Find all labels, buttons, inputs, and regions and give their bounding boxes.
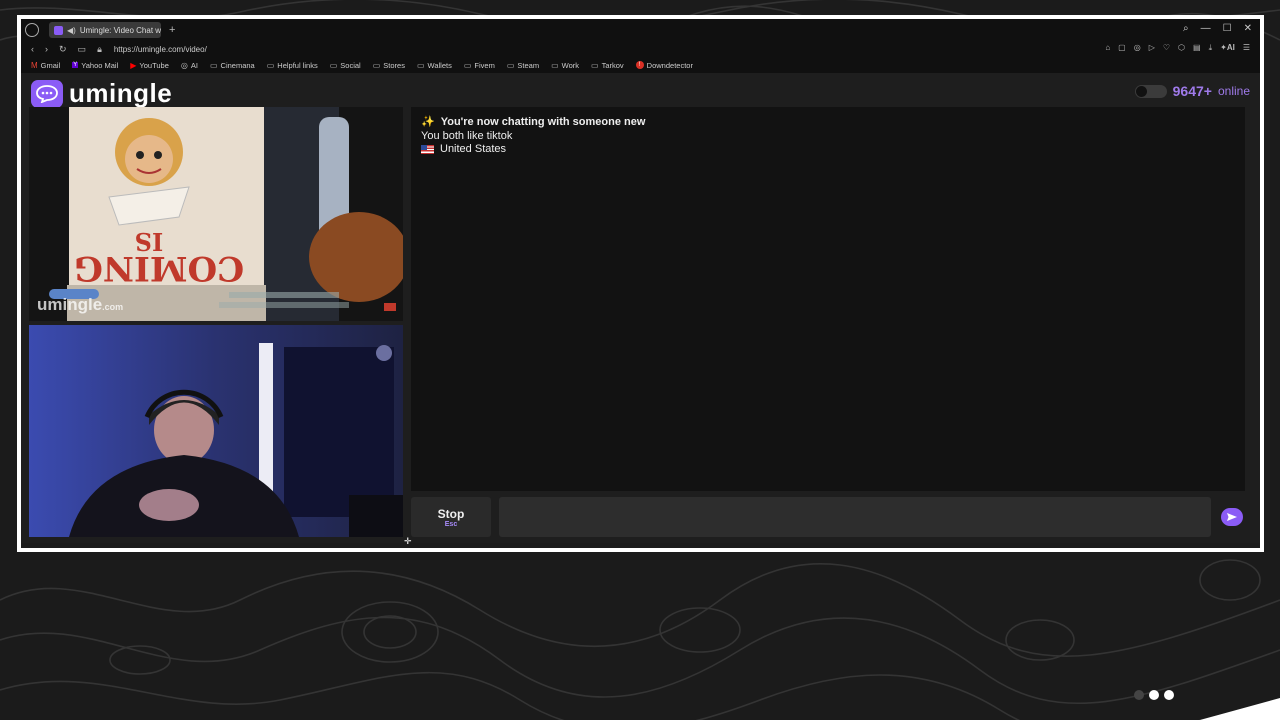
back-icon[interactable]: ‹ [31,44,34,55]
bookmarks-bar: M Gmail Y Yahoo Mail ▶ YouTube ◎ AI ▭ Cineman… [21,57,1260,73]
bookmark-tarkov[interactable]: ▭ Tarkov [591,61,624,70]
heart-icon[interactable]: ♡ [1163,43,1170,53]
folder-icon: ▭ [266,60,275,70]
pin-icon[interactable]: ⌂ [1105,43,1110,53]
bookmark-cinemana[interactable]: ▭ Cinemana [210,61,255,70]
youtube-icon: ▶ [130,60,137,70]
new-tab-button[interactable]: + [169,24,175,36]
play-icon[interactable]: ▷ [1149,43,1155,53]
yahoo-icon: Y [72,62,79,68]
bookmark-helpful-links[interactable]: ▭ Helpful links [267,61,318,70]
chat-bubble-icon [31,79,63,108]
gmail-icon: M [31,60,38,70]
stop-button[interactable]: Stop Esc [411,497,491,537]
wallet-icon[interactable]: ▤ [1193,43,1201,53]
folder-icon: ▭ [416,60,425,70]
chat-controls: Stop Esc [411,497,1245,537]
camera-icon[interactable]: ▭ [78,44,87,55]
address-bar-row: ‹ › ↻ ▭ 🔒︎ https://umingle.com/video/ ⌂ … [21,41,1260,57]
bookmark-yahoo-mail[interactable]: Y Yahoo Mail [72,61,118,70]
extension-icons: ⌂ ▢ ◎ ▷ ♡ ⬡ ▤ ⤓ ✦AI ☰ [1105,43,1250,53]
umingle-page: umingle 9647+ online IS COMING umingle.c… [21,73,1260,543]
chat-message: ✨ You're now chatting with someone new [421,116,646,128]
umingle-watermark: umingle.com [37,295,124,314]
self-video [29,325,403,537]
send-icon [1221,508,1243,526]
menu-icon[interactable]: ☰ [1243,43,1250,53]
bookmark-youtube[interactable]: ▶ YouTube [130,61,169,70]
online-label: online [1217,84,1250,98]
page-dot[interactable] [1134,690,1144,700]
page-dot[interactable] [1149,690,1159,700]
screenshot-icon[interactable]: ▢ [1118,43,1126,53]
bookmark-social[interactable]: ▭ Social [330,61,361,70]
maximize-icon[interactable]: ☐ [1223,23,1232,34]
us-flag-icon [421,145,434,155]
chat-message: You both like tiktok [421,129,513,142]
extensions-icon[interactable]: ⬡ [1178,43,1185,53]
online-count: 9647+ [1172,83,1212,99]
self-video-frame [29,325,403,537]
tab-strip: ◀) Umingle: Video Chat w + ⌕ — ☐ ✕ [21,19,1260,41]
stranger-video: IS COMING umingle.com [29,107,403,321]
bookmark-downdetector[interactable]: ! Downdetector [635,61,693,70]
site-logo[interactable]: umingle [31,78,172,109]
mouse-cursor-icon: ✛ [404,536,412,546]
window-controls: ⌕ — ☐ ✕ [1183,23,1252,34]
online-indicator: 9647+ online [1134,83,1250,99]
folder-icon: ▭ [372,60,381,70]
svg-text:COMING: COMING [74,248,244,288]
folder-icon: ▭ [463,60,472,70]
chat-message: United States [421,143,1235,157]
browser-logo-icon[interactable] [25,23,39,37]
reload-icon[interactable]: ↻ [59,44,67,55]
bookmark-stores[interactable]: ▭ Stores [373,61,405,70]
download-icon[interactable]: ⤓ [1209,43,1213,53]
folder-icon: ▭ [591,60,599,70]
folder-icon: ▭ [551,60,559,70]
tab-umingle[interactable]: ◀) Umingle: Video Chat w [49,22,161,38]
umingle-favicon-icon [54,25,63,35]
corner-accent [1200,698,1280,720]
ai-icon: ◎ [180,60,188,70]
logo-text: umingle [69,78,173,108]
url-field[interactable]: https://umingle.com/video/ [114,45,207,54]
stop-shortcut-hint: Esc [444,520,458,528]
page-dot[interactable] [1164,690,1174,700]
downdetector-icon: ! [635,61,644,69]
speaker-icon[interactable]: ◀) [67,26,76,35]
bookmark-work[interactable]: ▭ Work [551,61,579,70]
bookmark-fivem[interactable]: ▭ Fivem [464,61,495,70]
forward-icon[interactable]: › [45,44,48,55]
message-input[interactable] [499,497,1211,537]
sparkles-icon: ✨ [421,116,435,128]
search-tabs-icon[interactable]: ⌕ [1183,23,1189,34]
lock-icon[interactable]: 🔒︎ [97,44,102,55]
folder-icon: ▭ [209,60,218,70]
close-icon[interactable]: ✕ [1244,23,1252,34]
tab-title: Umingle: Video Chat w [79,25,161,35]
folder-icon: ▭ [329,60,338,70]
folder-icon: ▭ [506,60,515,70]
screen-frame: ◀) Umingle: Video Chat w + ⌕ — ☐ ✕ ‹ › ↻… [17,15,1264,552]
bookmark-gmail[interactable]: M Gmail [31,61,60,70]
bookmark-wallets[interactable]: ▭ Wallets [417,61,452,70]
theme-toggle[interactable] [1134,84,1167,98]
send-button[interactable] [1219,497,1245,537]
stop-label: Stop [437,506,465,521]
chat-panel: ✨ You're now chatting with someone new Y… [411,107,1245,491]
nav-controls: ‹ › ↻ ▭ 🔒︎ [31,44,102,55]
bookmark-steam[interactable]: ▭ Steam [507,61,539,70]
bookmark-ai[interactable]: ◎ AI [181,61,198,70]
browser-window: ◀) Umingle: Video Chat w + ⌕ — ☐ ✕ ‹ › ↻… [21,19,1260,548]
ad-block-icon[interactable]: ◎ [1134,43,1141,53]
ai-icon[interactable]: ✦AI [1220,43,1235,53]
page-indicator [1134,690,1174,700]
minimize-icon[interactable]: — [1201,23,1211,34]
stranger-video-frame: IS COMING [29,107,403,321]
